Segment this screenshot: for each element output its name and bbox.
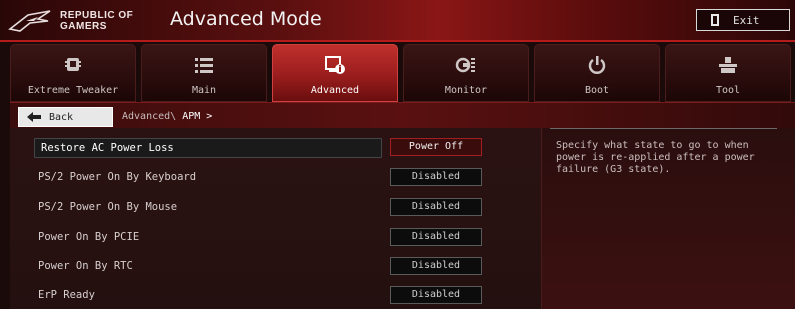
tab-main[interactable]: Main: [141, 44, 267, 102]
power-icon: [588, 56, 606, 74]
back-button[interactable]: Back: [18, 107, 113, 127]
back-arrow-icon: [27, 112, 41, 122]
logo-text-line1: REPUBLIC OF: [60, 10, 134, 21]
list-icon: [195, 58, 213, 73]
setting-label: PS/2 Power On By Keyboard: [38, 171, 197, 183]
setting-label: Power On By PCIE: [38, 231, 140, 243]
help-divider: [550, 128, 777, 129]
exit-door-icon: [711, 14, 719, 26]
tab-advanced[interactable]: Advanced: [272, 44, 398, 102]
breadcrumb-bar: Back Advanced\ APM >: [10, 102, 795, 128]
breadcrumb-current: APM >: [182, 111, 213, 122]
rog-logo: REPUBLIC OF GAMERS: [8, 6, 148, 36]
help-text: Specify what state to go to when power i…: [556, 140, 755, 175]
back-label: Back: [49, 111, 74, 123]
header-bar: REPUBLIC OF GAMERS Advanced Mode Exit: [0, 0, 795, 42]
setting-value-rtc[interactable]: Disabled: [390, 257, 482, 275]
setting-label: Power On By RTC: [38, 260, 133, 272]
tab-label: Main: [191, 85, 217, 96]
tool-icon: [719, 57, 737, 73]
setting-value-restore-ac-power-loss[interactable]: Power Off: [390, 138, 482, 156]
tab-extreme-tweaker[interactable]: Extreme Tweaker: [10, 44, 136, 102]
tab-tool[interactable]: Tool: [665, 44, 791, 102]
tab-label: Tool: [715, 85, 741, 96]
setting-value-ps2-mouse[interactable]: Disabled: [390, 198, 482, 216]
tab-label: Extreme Tweaker: [27, 85, 119, 96]
tab-label: Boot: [584, 85, 610, 96]
setting-value-pcie[interactable]: Disabled: [390, 228, 482, 246]
advanced-info-icon: [325, 56, 345, 74]
exit-label: Exit: [733, 13, 760, 27]
settings-panel: Restore AC Power Loss Power Off PS/2 Pow…: [10, 128, 542, 309]
page-title: Advanced Mode: [170, 8, 322, 30]
setting-row-restore-ac-power-loss[interactable]: Restore AC Power Loss: [34, 138, 382, 158]
tab-label: Monitor: [444, 85, 488, 96]
tab-monitor[interactable]: Monitor: [403, 44, 529, 102]
setting-label: PS/2 Power On By Mouse: [38, 201, 178, 213]
logo-text-line2: GAMERS: [60, 21, 107, 32]
setting-value-erp-ready[interactable]: Disabled: [390, 286, 482, 304]
setting-label: Restore AC Power Loss: [41, 142, 174, 154]
breadcrumb: Advanced\ APM >: [122, 111, 212, 122]
setting-label: ErP Ready: [38, 289, 95, 301]
tab-label: Advanced: [310, 85, 360, 96]
rog-eye-icon: [8, 10, 51, 32]
monitor-gauge-icon: [455, 57, 475, 73]
exit-button[interactable]: Exit: [696, 9, 790, 31]
tab-bar: Extreme Tweaker Main Advanced Monitor Bo…: [10, 44, 795, 102]
help-panel: Specify what state to go to when power i…: [542, 128, 795, 309]
chip-icon: [65, 58, 81, 71]
breadcrumb-path[interactable]: Advanced\: [122, 111, 176, 122]
tab-boot[interactable]: Boot: [534, 44, 660, 102]
setting-value-ps2-keyboard[interactable]: Disabled: [390, 168, 482, 186]
